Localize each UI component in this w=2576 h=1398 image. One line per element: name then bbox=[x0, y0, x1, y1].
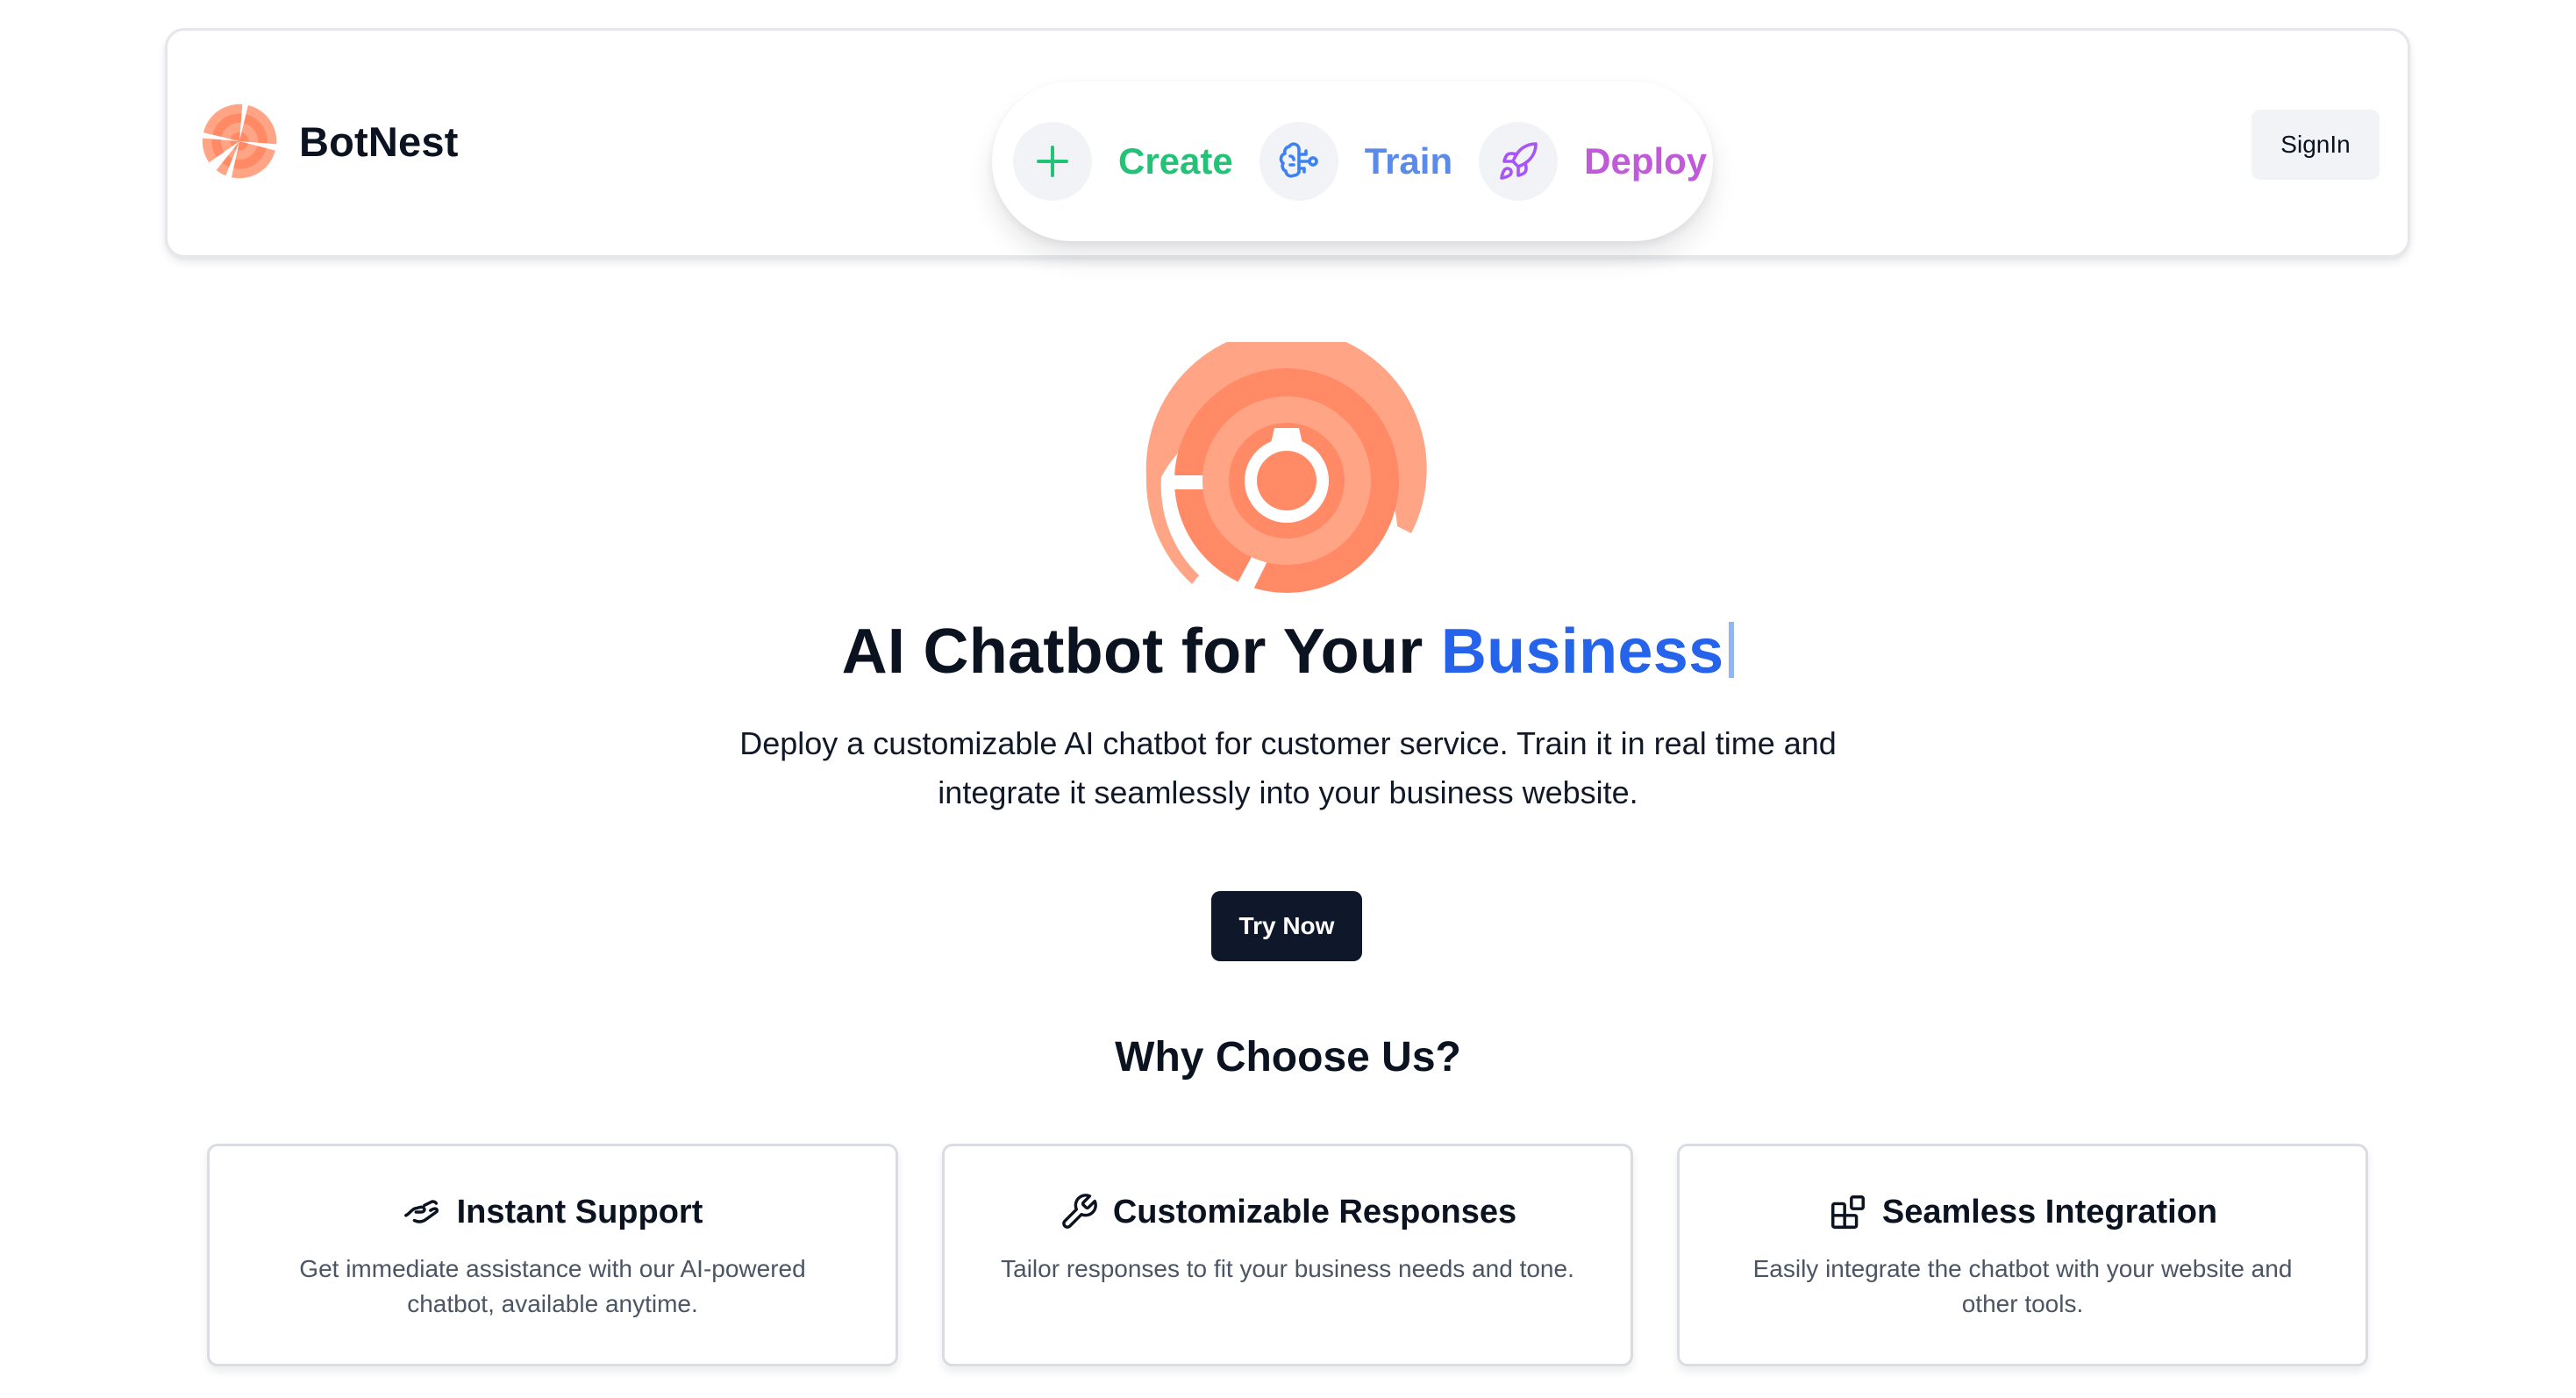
site-header: BotNest Create Train Deploy SignIn bbox=[165, 28, 2410, 258]
card-title: Seamless Integration bbox=[1881, 1193, 2218, 1230]
wrench-icon bbox=[1062, 1194, 1097, 1229]
rocket-icon bbox=[1479, 122, 1559, 201]
nav-create-label: Create bbox=[1118, 140, 1233, 182]
brand-home-link[interactable]: BotNest bbox=[197, 99, 459, 183]
signin-button[interactable]: SignIn bbox=[2251, 110, 2380, 180]
card-title: Customizable Responses bbox=[1112, 1193, 1517, 1230]
brand-name: BotNest bbox=[299, 118, 459, 165]
main-nav: Create Train Deploy bbox=[992, 82, 1713, 241]
nav-create[interactable]: Create bbox=[1013, 122, 1233, 201]
card-header: Customizable Responses bbox=[997, 1192, 1578, 1232]
nav-train[interactable]: Train bbox=[1259, 122, 1452, 201]
try-now-button[interactable]: Try Now bbox=[1211, 891, 1362, 961]
nav-deploy[interactable]: Deploy bbox=[1479, 122, 1707, 201]
feature-card-seamless-integration: Seamless Integration Easily integrate th… bbox=[1677, 1144, 2368, 1366]
features-heading: Why Choose Us? bbox=[1115, 1034, 1461, 1081]
typing-caret bbox=[1729, 622, 1735, 678]
hero-title-main: AI Chatbot for Your bbox=[841, 617, 1441, 687]
blocks-icon bbox=[1830, 1195, 1865, 1229]
card-header: Seamless Integration bbox=[1732, 1192, 2313, 1232]
nav-deploy-label: Deploy bbox=[1584, 140, 1708, 182]
feature-card-customizable-responses: Customizable Responses Tailor responses … bbox=[942, 1144, 1633, 1366]
nav-train-label: Train bbox=[1364, 140, 1453, 182]
card-title: Instant Support bbox=[456, 1193, 703, 1230]
card-description: Tailor responses to fit your business ne… bbox=[1001, 1255, 1574, 1282]
card-header: Instant Support bbox=[262, 1192, 843, 1232]
feature-card-instant-support: Instant Support Get immediate assistance… bbox=[207, 1144, 898, 1366]
hero-description: Deploy a customizable AI chatbot for cus… bbox=[739, 725, 1837, 810]
hero-title-accent: Business bbox=[1440, 617, 1724, 687]
card-description: Easily integrate the chatbot with your w… bbox=[1752, 1255, 2293, 1317]
plus-icon bbox=[1013, 122, 1092, 201]
handshake-icon bbox=[403, 1200, 439, 1223]
hero-title: AI Chatbot for Your Business bbox=[0, 617, 2576, 687]
botnest-logo-icon bbox=[197, 99, 282, 183]
brain-icon bbox=[1259, 122, 1338, 201]
card-description: Get immediate assistance with our AI-pow… bbox=[299, 1255, 806, 1317]
feature-cards: Instant Support Get immediate assistance… bbox=[207, 1144, 2368, 1366]
hero-logo-icon bbox=[1145, 342, 1427, 596]
